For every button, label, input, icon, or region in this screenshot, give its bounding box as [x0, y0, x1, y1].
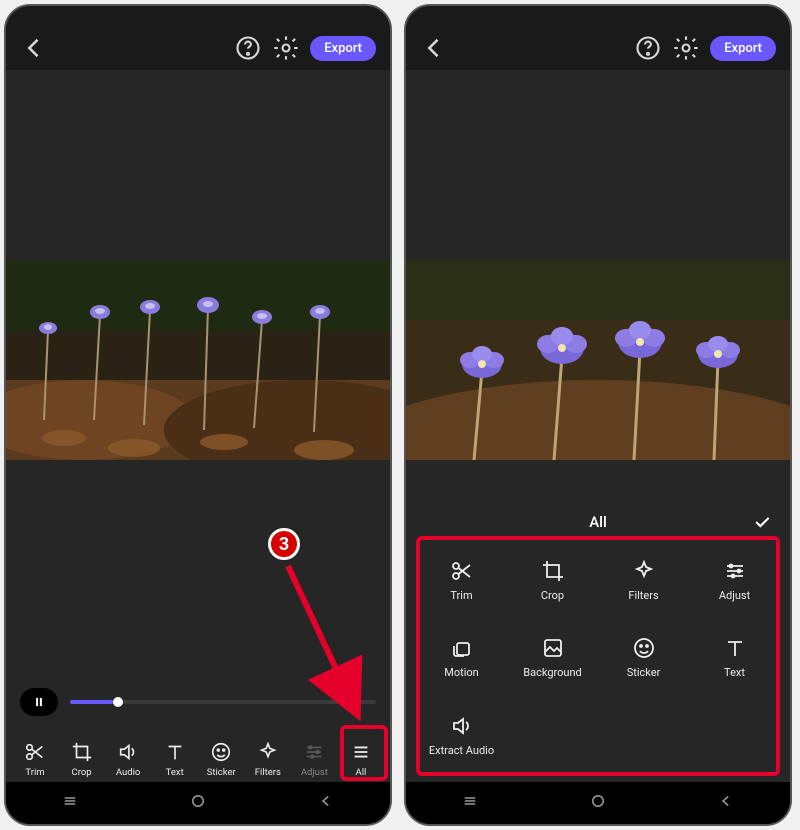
export-button[interactable]: Export	[310, 36, 376, 61]
panel-header: All	[406, 504, 790, 540]
settings-icon[interactable]	[272, 34, 300, 62]
smiley-icon	[210, 741, 232, 763]
recents-icon[interactable]	[461, 792, 479, 814]
tool-label: Motion	[444, 666, 479, 679]
panel-title: All	[589, 513, 607, 531]
playback-row	[20, 688, 376, 716]
tool-label: Filters	[628, 589, 658, 602]
tool-label: Extract Audio	[429, 744, 494, 757]
tool-label: Adjust	[301, 767, 328, 778]
phone-screen-1: Export	[4, 4, 392, 826]
smiley-icon	[632, 636, 656, 660]
tool-adjust[interactable]: Adjust	[691, 544, 778, 617]
sliders-icon	[723, 559, 747, 583]
sliders-icon	[303, 741, 325, 763]
settings-icon[interactable]	[672, 34, 700, 62]
video-preview: Trim Crop Audio Text Sticker Filters	[6, 70, 390, 824]
tool-sticker[interactable]: Sticker	[198, 741, 244, 778]
home-icon[interactable]	[589, 792, 607, 814]
back-icon[interactable]	[317, 792, 335, 814]
tool-label: Text	[724, 666, 745, 679]
tool-label: Sticker	[627, 666, 661, 679]
confirm-check-icon[interactable]	[752, 512, 772, 536]
tool-filters[interactable]: Filters	[245, 741, 291, 778]
tool-extract-audio[interactable]: Extract Audio	[418, 699, 505, 772]
tool-text[interactable]: Text	[152, 741, 198, 778]
recents-icon[interactable]	[61, 792, 79, 814]
pause-button[interactable]	[20, 688, 58, 716]
scissors-icon	[24, 741, 46, 763]
video-frame	[406, 260, 790, 460]
tool-crop[interactable]: Crop	[59, 741, 105, 778]
sparkle-icon	[257, 741, 279, 763]
text-icon	[164, 741, 186, 763]
menu-icon	[350, 741, 372, 763]
back-icon[interactable]	[717, 792, 735, 814]
tool-label: All	[356, 767, 367, 778]
tool-motion[interactable]: Motion	[418, 621, 505, 694]
back-arrow-icon[interactable]	[420, 34, 448, 62]
crop-icon	[541, 559, 565, 583]
crop-icon	[71, 741, 93, 763]
tool-crop[interactable]: Crop	[509, 544, 596, 617]
tool-sticker[interactable]: Sticker	[600, 621, 687, 694]
sparkle-icon	[632, 559, 656, 583]
tool-label: Crop	[541, 589, 564, 602]
tool-trim[interactable]: Trim	[12, 741, 58, 778]
audio-icon	[117, 741, 139, 763]
tool-label: Trim	[25, 767, 44, 778]
top-bar: Export	[6, 28, 390, 70]
video-frame	[6, 260, 390, 460]
status-bar	[406, 6, 790, 28]
tool-background[interactable]: Background	[509, 621, 596, 694]
audio-icon	[450, 714, 474, 738]
tool-label: Text	[166, 767, 184, 778]
system-nav	[6, 782, 390, 824]
home-icon[interactable]	[189, 792, 207, 814]
scissors-icon	[450, 559, 474, 583]
motion-icon	[450, 636, 474, 660]
back-arrow-icon[interactable]	[20, 34, 48, 62]
top-bar: Export	[406, 28, 790, 70]
tool-label: Trim	[450, 589, 472, 602]
help-icon[interactable]	[634, 34, 662, 62]
tool-label: Filters	[255, 767, 281, 778]
video-preview: All Trim Crop Filters Adjust	[406, 70, 790, 824]
export-button[interactable]: Export	[710, 36, 776, 61]
text-icon	[723, 636, 747, 660]
all-tools-panel: Trim Crop Filters Adjust Motion Backgrou…	[418, 544, 778, 772]
tool-adjust[interactable]: Adjust	[291, 741, 337, 778]
timeline-slider[interactable]	[70, 700, 376, 704]
status-bar	[6, 6, 390, 28]
background-icon	[541, 636, 565, 660]
tool-text[interactable]: Text	[691, 621, 778, 694]
tool-filters[interactable]: Filters	[600, 544, 687, 617]
system-nav	[406, 782, 790, 824]
tool-label: Adjust	[719, 589, 750, 602]
tool-audio[interactable]: Audio	[105, 741, 151, 778]
phone-screen-2: Export	[404, 4, 792, 826]
tool-trim[interactable]: Trim	[418, 544, 505, 617]
tool-label: Crop	[72, 767, 92, 778]
toolbar: Trim Crop Audio Text Sticker Filters	[10, 741, 386, 778]
tool-all[interactable]: All	[338, 741, 384, 778]
tool-label: Audio	[116, 767, 140, 778]
tool-label: Sticker	[207, 767, 236, 778]
help-icon[interactable]	[234, 34, 262, 62]
tool-label: Background	[523, 666, 581, 679]
